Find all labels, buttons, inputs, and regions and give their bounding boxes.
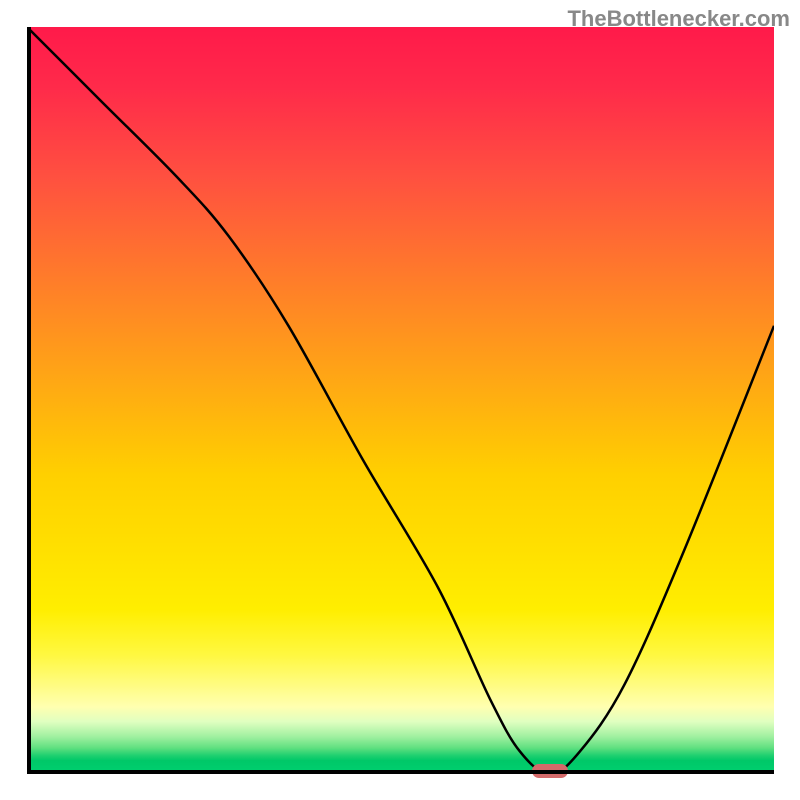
bottleneck-chart: [27, 27, 774, 774]
attribution-label: TheBottlenecker.com: [567, 6, 790, 32]
optimal-point-marker: [532, 764, 568, 778]
chart-gradient-background: [27, 27, 774, 774]
